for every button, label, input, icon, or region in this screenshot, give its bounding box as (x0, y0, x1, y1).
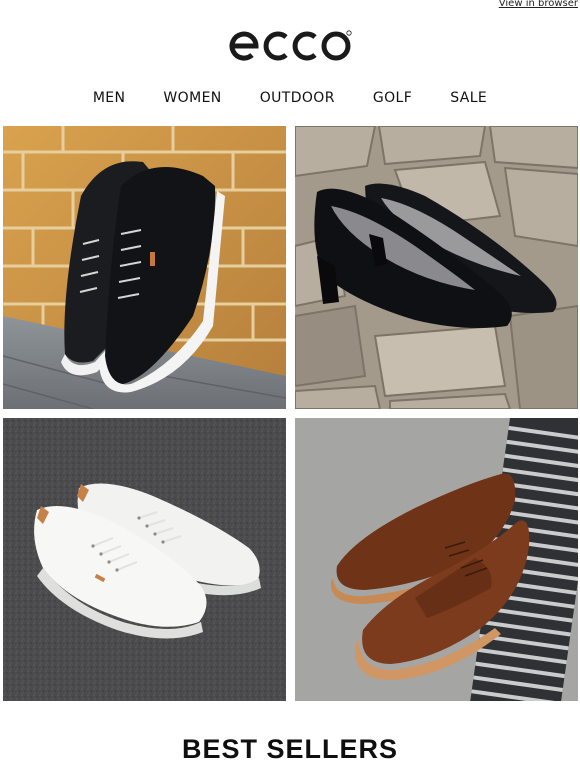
brown-derby-shoes-image (295, 418, 578, 701)
view-in-browser-link[interactable]: View in browser (499, 0, 578, 9)
nav-item-sale[interactable]: SALE (450, 90, 487, 106)
main-nav: MEN WOMEN OUTDOOR GOLF SALE (0, 90, 580, 106)
white-sneakers-image (3, 418, 286, 701)
white-sneakers-photo[interactable] (3, 418, 286, 701)
black-sneakers-image (3, 126, 286, 409)
nav-item-golf[interactable]: GOLF (373, 90, 412, 106)
ecco-logo[interactable] (228, 28, 352, 64)
nav-item-outdoor[interactable]: OUTDOOR (260, 90, 335, 106)
brown-derby-shoes-photo[interactable] (295, 418, 578, 701)
best-sellers-heading: BEST SELLERS (181, 734, 399, 764)
nav-item-women[interactable]: WOMEN (163, 90, 221, 106)
black-pumps-image (295, 126, 578, 409)
black-sneakers-photo[interactable] (3, 126, 286, 409)
brand-header (0, 28, 580, 64)
black-pumps-photo[interactable] (295, 126, 578, 409)
nav-item-men[interactable]: MEN (93, 90, 126, 106)
